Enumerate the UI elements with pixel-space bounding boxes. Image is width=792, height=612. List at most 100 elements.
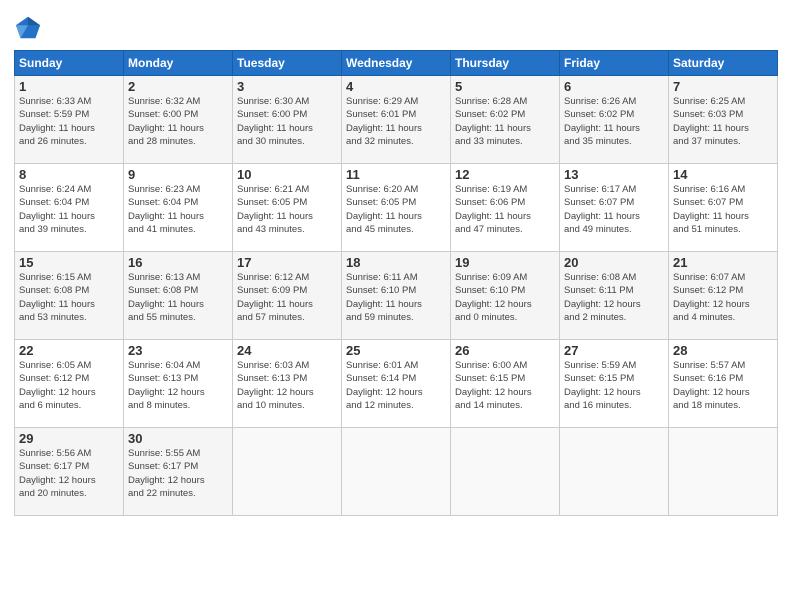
day-number: 11 bbox=[346, 167, 446, 182]
day-cell: 29Sunrise: 5:56 AM Sunset: 6:17 PM Dayli… bbox=[15, 428, 124, 516]
day-number: 18 bbox=[346, 255, 446, 270]
day-info: Sunrise: 6:01 AM Sunset: 6:14 PM Dayligh… bbox=[346, 359, 446, 412]
day-number: 6 bbox=[564, 79, 664, 94]
logo bbox=[14, 14, 46, 42]
logo-icon bbox=[14, 14, 42, 42]
day-number: 9 bbox=[128, 167, 228, 182]
day-number: 7 bbox=[673, 79, 773, 94]
col-header-thursday: Thursday bbox=[451, 51, 560, 76]
day-number: 28 bbox=[673, 343, 773, 358]
day-number: 20 bbox=[564, 255, 664, 270]
day-info: Sunrise: 6:03 AM Sunset: 6:13 PM Dayligh… bbox=[237, 359, 337, 412]
week-row-1: 1Sunrise: 6:33 AM Sunset: 5:59 PM Daylig… bbox=[15, 76, 778, 164]
col-header-friday: Friday bbox=[560, 51, 669, 76]
day-info: Sunrise: 5:56 AM Sunset: 6:17 PM Dayligh… bbox=[19, 447, 119, 500]
day-cell: 16Sunrise: 6:13 AM Sunset: 6:08 PM Dayli… bbox=[124, 252, 233, 340]
day-cell: 7Sunrise: 6:25 AM Sunset: 6:03 PM Daylig… bbox=[669, 76, 778, 164]
day-cell: 19Sunrise: 6:09 AM Sunset: 6:10 PM Dayli… bbox=[451, 252, 560, 340]
day-info: Sunrise: 6:23 AM Sunset: 6:04 PM Dayligh… bbox=[128, 183, 228, 236]
day-number: 14 bbox=[673, 167, 773, 182]
day-info: Sunrise: 6:08 AM Sunset: 6:11 PM Dayligh… bbox=[564, 271, 664, 324]
day-cell: 14Sunrise: 6:16 AM Sunset: 6:07 PM Dayli… bbox=[669, 164, 778, 252]
day-cell: 4Sunrise: 6:29 AM Sunset: 6:01 PM Daylig… bbox=[342, 76, 451, 164]
day-cell: 10Sunrise: 6:21 AM Sunset: 6:05 PM Dayli… bbox=[233, 164, 342, 252]
col-header-tuesday: Tuesday bbox=[233, 51, 342, 76]
day-cell bbox=[451, 428, 560, 516]
day-cell: 13Sunrise: 6:17 AM Sunset: 6:07 PM Dayli… bbox=[560, 164, 669, 252]
day-cell: 15Sunrise: 6:15 AM Sunset: 6:08 PM Dayli… bbox=[15, 252, 124, 340]
week-row-2: 8Sunrise: 6:24 AM Sunset: 6:04 PM Daylig… bbox=[15, 164, 778, 252]
day-cell: 11Sunrise: 6:20 AM Sunset: 6:05 PM Dayli… bbox=[342, 164, 451, 252]
day-cell: 2Sunrise: 6:32 AM Sunset: 6:00 PM Daylig… bbox=[124, 76, 233, 164]
day-cell: 25Sunrise: 6:01 AM Sunset: 6:14 PM Dayli… bbox=[342, 340, 451, 428]
day-number: 2 bbox=[128, 79, 228, 94]
day-cell: 3Sunrise: 6:30 AM Sunset: 6:00 PM Daylig… bbox=[233, 76, 342, 164]
day-cell: 1Sunrise: 6:33 AM Sunset: 5:59 PM Daylig… bbox=[15, 76, 124, 164]
day-cell: 5Sunrise: 6:28 AM Sunset: 6:02 PM Daylig… bbox=[451, 76, 560, 164]
day-info: Sunrise: 6:19 AM Sunset: 6:06 PM Dayligh… bbox=[455, 183, 555, 236]
day-info: Sunrise: 6:33 AM Sunset: 5:59 PM Dayligh… bbox=[19, 95, 119, 148]
day-number: 10 bbox=[237, 167, 337, 182]
day-cell: 9Sunrise: 6:23 AM Sunset: 6:04 PM Daylig… bbox=[124, 164, 233, 252]
day-number: 8 bbox=[19, 167, 119, 182]
day-cell: 26Sunrise: 6:00 AM Sunset: 6:15 PM Dayli… bbox=[451, 340, 560, 428]
day-info: Sunrise: 5:59 AM Sunset: 6:15 PM Dayligh… bbox=[564, 359, 664, 412]
day-cell: 20Sunrise: 6:08 AM Sunset: 6:11 PM Dayli… bbox=[560, 252, 669, 340]
day-number: 17 bbox=[237, 255, 337, 270]
day-info: Sunrise: 6:12 AM Sunset: 6:09 PM Dayligh… bbox=[237, 271, 337, 324]
day-cell: 21Sunrise: 6:07 AM Sunset: 6:12 PM Dayli… bbox=[669, 252, 778, 340]
day-number: 16 bbox=[128, 255, 228, 270]
day-info: Sunrise: 6:20 AM Sunset: 6:05 PM Dayligh… bbox=[346, 183, 446, 236]
page-header bbox=[14, 10, 778, 42]
day-number: 21 bbox=[673, 255, 773, 270]
day-info: Sunrise: 6:07 AM Sunset: 6:12 PM Dayligh… bbox=[673, 271, 773, 324]
day-info: Sunrise: 6:21 AM Sunset: 6:05 PM Dayligh… bbox=[237, 183, 337, 236]
day-info: Sunrise: 6:25 AM Sunset: 6:03 PM Dayligh… bbox=[673, 95, 773, 148]
calendar-table: SundayMondayTuesdayWednesdayThursdayFrid… bbox=[14, 50, 778, 516]
day-info: Sunrise: 6:04 AM Sunset: 6:13 PM Dayligh… bbox=[128, 359, 228, 412]
calendar-header: SundayMondayTuesdayWednesdayThursdayFrid… bbox=[15, 51, 778, 76]
day-cell: 17Sunrise: 6:12 AM Sunset: 6:09 PM Dayli… bbox=[233, 252, 342, 340]
col-header-sunday: Sunday bbox=[15, 51, 124, 76]
day-number: 23 bbox=[128, 343, 228, 358]
day-number: 19 bbox=[455, 255, 555, 270]
day-info: Sunrise: 6:09 AM Sunset: 6:10 PM Dayligh… bbox=[455, 271, 555, 324]
day-info: Sunrise: 6:15 AM Sunset: 6:08 PM Dayligh… bbox=[19, 271, 119, 324]
day-number: 5 bbox=[455, 79, 555, 94]
day-cell: 30Sunrise: 5:55 AM Sunset: 6:17 PM Dayli… bbox=[124, 428, 233, 516]
day-number: 30 bbox=[128, 431, 228, 446]
day-number: 25 bbox=[346, 343, 446, 358]
week-row-5: 29Sunrise: 5:56 AM Sunset: 6:17 PM Dayli… bbox=[15, 428, 778, 516]
day-number: 24 bbox=[237, 343, 337, 358]
day-info: Sunrise: 6:13 AM Sunset: 6:08 PM Dayligh… bbox=[128, 271, 228, 324]
day-info: Sunrise: 6:17 AM Sunset: 6:07 PM Dayligh… bbox=[564, 183, 664, 236]
day-info: Sunrise: 5:57 AM Sunset: 6:16 PM Dayligh… bbox=[673, 359, 773, 412]
col-header-monday: Monday bbox=[124, 51, 233, 76]
day-info: Sunrise: 6:24 AM Sunset: 6:04 PM Dayligh… bbox=[19, 183, 119, 236]
day-info: Sunrise: 6:05 AM Sunset: 6:12 PM Dayligh… bbox=[19, 359, 119, 412]
day-number: 29 bbox=[19, 431, 119, 446]
day-info: Sunrise: 5:55 AM Sunset: 6:17 PM Dayligh… bbox=[128, 447, 228, 500]
day-cell: 12Sunrise: 6:19 AM Sunset: 6:06 PM Dayli… bbox=[451, 164, 560, 252]
day-info: Sunrise: 6:32 AM Sunset: 6:00 PM Dayligh… bbox=[128, 95, 228, 148]
day-number: 13 bbox=[564, 167, 664, 182]
day-number: 12 bbox=[455, 167, 555, 182]
day-number: 3 bbox=[237, 79, 337, 94]
day-number: 26 bbox=[455, 343, 555, 358]
week-row-3: 15Sunrise: 6:15 AM Sunset: 6:08 PM Dayli… bbox=[15, 252, 778, 340]
day-info: Sunrise: 6:00 AM Sunset: 6:15 PM Dayligh… bbox=[455, 359, 555, 412]
day-cell: 23Sunrise: 6:04 AM Sunset: 6:13 PM Dayli… bbox=[124, 340, 233, 428]
day-cell: 22Sunrise: 6:05 AM Sunset: 6:12 PM Dayli… bbox=[15, 340, 124, 428]
day-number: 22 bbox=[19, 343, 119, 358]
day-info: Sunrise: 6:11 AM Sunset: 6:10 PM Dayligh… bbox=[346, 271, 446, 324]
day-cell bbox=[233, 428, 342, 516]
day-cell: 18Sunrise: 6:11 AM Sunset: 6:10 PM Dayli… bbox=[342, 252, 451, 340]
day-cell: 27Sunrise: 5:59 AM Sunset: 6:15 PM Dayli… bbox=[560, 340, 669, 428]
day-cell bbox=[342, 428, 451, 516]
day-cell bbox=[669, 428, 778, 516]
day-info: Sunrise: 6:30 AM Sunset: 6:00 PM Dayligh… bbox=[237, 95, 337, 148]
day-info: Sunrise: 6:29 AM Sunset: 6:01 PM Dayligh… bbox=[346, 95, 446, 148]
day-info: Sunrise: 6:16 AM Sunset: 6:07 PM Dayligh… bbox=[673, 183, 773, 236]
day-number: 27 bbox=[564, 343, 664, 358]
day-number: 15 bbox=[19, 255, 119, 270]
